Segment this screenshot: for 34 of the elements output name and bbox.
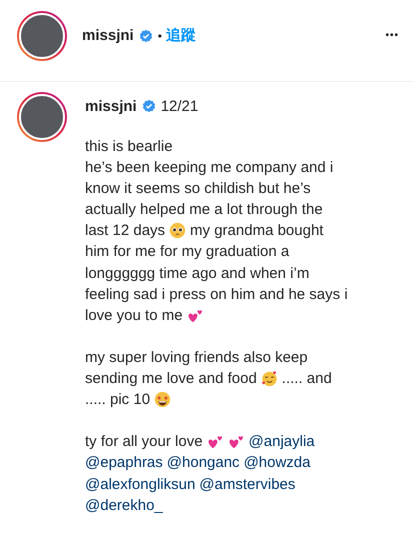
caption-text: ty for all your love	[85, 432, 203, 452]
pleading-face-emoji-icon	[169, 222, 186, 240]
caption-text: my grandma bought	[190, 221, 324, 242]
more-options-button[interactable]: •••	[385, 30, 399, 41]
caption-text: longggggg time ago and when i’m	[85, 264, 310, 284]
caption-text: him for me for my graduation a	[85, 242, 290, 262]
caption-text: he’s been keeping me company and i	[85, 158, 334, 178]
post-date: 12/21	[160, 98, 198, 114]
avatar-ring[interactable]	[17, 92, 67, 142]
mention-link[interactable]: @honganc	[166, 452, 240, 474]
mention-link[interactable]: @derekho_	[85, 494, 163, 516]
avatar-ring[interactable]	[17, 10, 67, 60]
caption-text: love you to me	[85, 306, 183, 326]
caption-text: ..... and	[282, 369, 332, 390]
caption-text: sending me love and food	[85, 369, 257, 390]
caption-text: last 12 days	[85, 221, 166, 242]
mention-link[interactable]: @howzda	[244, 452, 310, 474]
star-struck-emoji-icon	[154, 391, 172, 408]
smiling-face-with-hearts-emoji-icon	[260, 370, 278, 388]
caption-text: this is bearlie	[85, 137, 173, 157]
mention-link[interactable]: @alexfongliksun	[85, 474, 196, 495]
caption-text: know it seems so childish but he’s	[85, 179, 311, 200]
mention-link[interactable]: @amstervibes	[199, 474, 296, 495]
username[interactable]: missjni	[85, 98, 137, 114]
username[interactable]: missjni	[82, 27, 134, 44]
mention-link[interactable]: @anjaylia	[248, 431, 315, 452]
avatar	[19, 94, 65, 140]
avatar	[19, 12, 65, 58]
caption-text: actually helped me a lot through the	[85, 200, 323, 220]
caption-text: feeling sad i press on him and he says i	[85, 284, 348, 305]
mention-link[interactable]: @epaphras	[85, 452, 163, 474]
separator-dot: •	[158, 28, 162, 42]
caption-text: ..... pic 10	[85, 390, 150, 410]
caption-text: my super loving friends also keep	[85, 348, 308, 368]
